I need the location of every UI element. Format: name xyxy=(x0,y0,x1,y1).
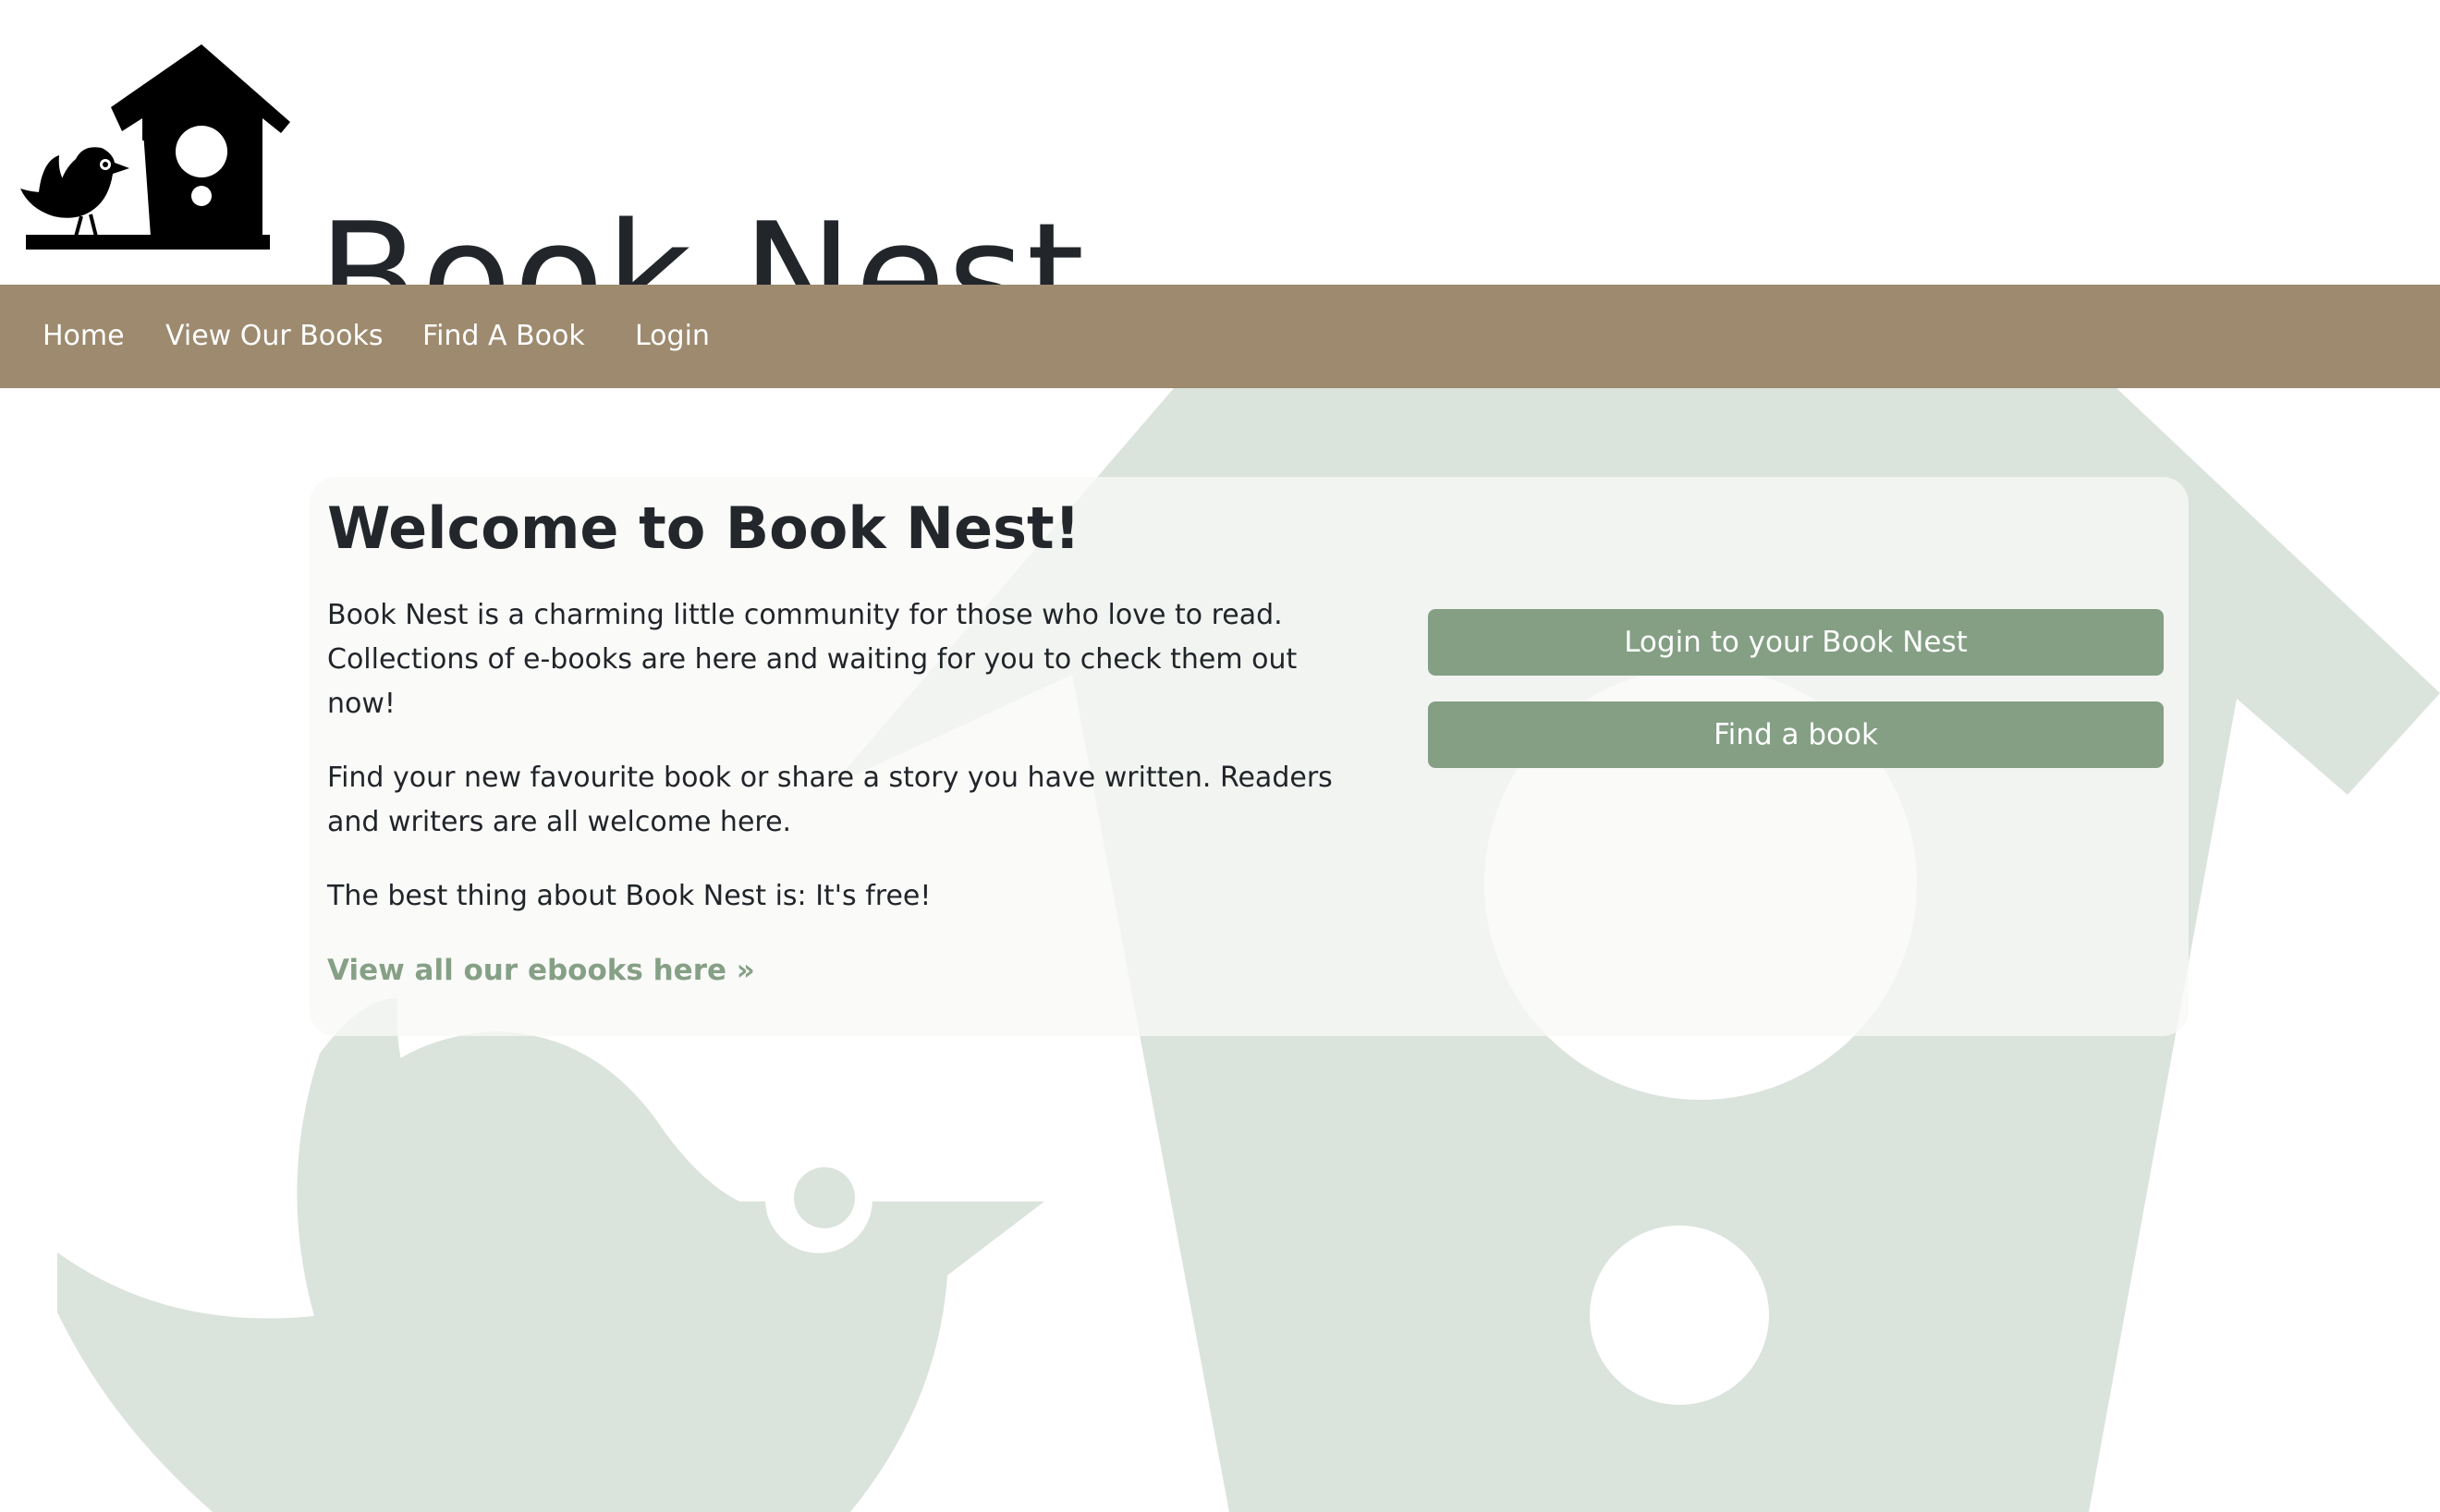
nav-item-home[interactable]: Home xyxy=(43,318,125,355)
login-button[interactable]: Login to your Book Nest xyxy=(1428,609,2164,676)
share-paragraph: Find your new favourite book or share a … xyxy=(327,762,1333,838)
nav-item-login[interactable]: Login xyxy=(635,318,710,355)
site-header: Book Nest xyxy=(0,0,2440,356)
main-navbar: Home View Our Books Find A Book Login xyxy=(0,285,2440,388)
free-paragraph: The best thing about Book Nest is: It's … xyxy=(327,880,932,912)
nav-item-view-our-books[interactable]: View Our Books xyxy=(165,318,384,355)
page: Book Nest Home View Our Books Find A Boo… xyxy=(0,0,2440,1512)
intro-paragraph: Book Nest is a charming little community… xyxy=(327,599,1298,720)
view-all-ebooks-link[interactable]: View all our ebooks here » xyxy=(327,948,755,993)
nav-item-find-a-book[interactable]: Find A Book xyxy=(422,318,585,355)
find-book-button[interactable]: Find a book xyxy=(1428,701,2164,768)
birdhouse-logo-icon[interactable] xyxy=(17,41,290,259)
welcome-heading: Welcome to Book Nest! xyxy=(327,494,1080,562)
